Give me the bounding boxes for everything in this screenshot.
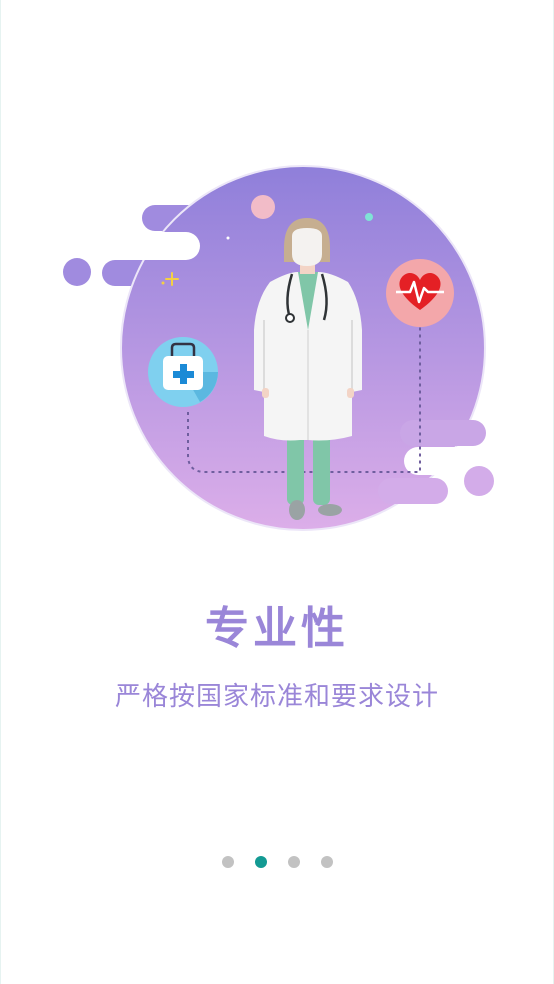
page-dot-1[interactable] <box>221 856 234 868</box>
doctor-illustration <box>63 165 494 531</box>
page-dot-4[interactable] <box>320 856 333 868</box>
page-title: 专业性 <box>205 603 349 654</box>
heart-rate-icon <box>386 259 454 327</box>
page-dot-3[interactable] <box>287 856 300 868</box>
page-subtitle: 严格按国家标准和要求设计 <box>114 682 439 712</box>
medical-kit-icon <box>148 337 218 407</box>
page-indicator <box>0 856 554 868</box>
page-dot-2-active[interactable] <box>254 856 267 868</box>
